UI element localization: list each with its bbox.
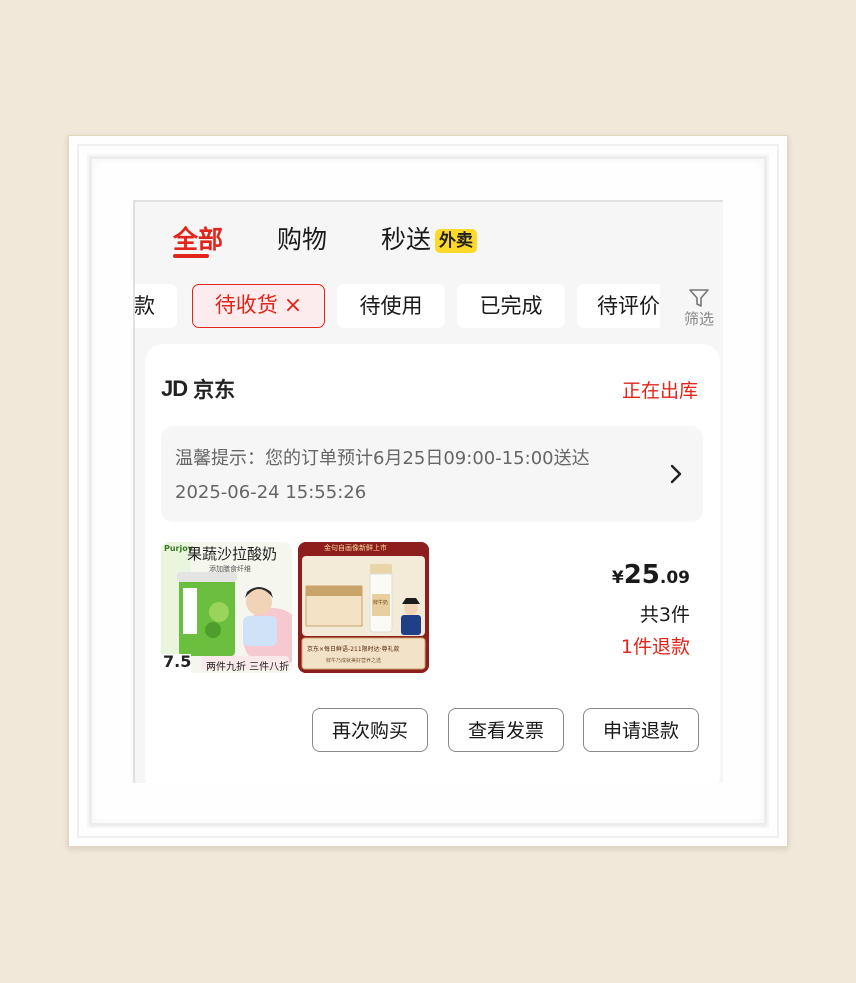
milk-footer-sub: 鲜牛乃成就美好营养之选 xyxy=(326,658,382,664)
chip-label: 待收货 xyxy=(214,293,278,317)
filter-button[interactable]: 筛选 xyxy=(675,284,723,330)
chip-pending-payment[interactable]: 款 xyxy=(135,284,177,328)
orders-screen: 全部 购物 秒送 外卖 款 待收货 × 待使用 已完成 待评价 筛选 JD 京东… xyxy=(133,200,723,783)
chip-to-use[interactable]: 待使用 xyxy=(337,284,445,328)
product-thumbnail-yogurt[interactable]: Purjoy 果蔬沙拉酸奶 添加膳食纤维 7.5 两件九折 三件八折 xyxy=(161,542,292,673)
order-timestamp: 2025-06-24 15:55:26 xyxy=(175,482,367,503)
chip-label: 待评价 xyxy=(597,294,660,318)
yogurt-promo: 两件九折 三件八折 xyxy=(206,662,290,673)
tab-all[interactable]: 全部 xyxy=(173,220,223,256)
order-card[interactable]: JD 京东 正在出库 温馨提示：您的订单预计6月25日09:00-15:00送达… xyxy=(145,344,720,783)
tab-instant-delivery[interactable]: 秒送 外卖 xyxy=(381,220,478,256)
shop-name: 京东 xyxy=(193,378,236,402)
shop-header[interactable]: JD 京东 xyxy=(161,374,235,404)
view-invoice-button[interactable]: 查看发票 xyxy=(448,708,564,752)
milk-banner: 金句自画像新鲜上市 xyxy=(324,544,387,552)
delivery-tip-text: 温馨提示：您的订单预计6月25日09:00-15:00送达 xyxy=(175,448,590,469)
item-count: 共3件 xyxy=(639,604,690,626)
close-icon[interactable]: × xyxy=(284,293,302,318)
milk-label: 鲜牛奶 xyxy=(373,600,389,606)
tab-instant-delivery-label: 秒送 xyxy=(381,225,432,254)
order-type-tabs: 全部 购物 秒送 外卖 xyxy=(135,202,723,270)
takeout-badge: 外卖 xyxy=(435,229,478,253)
funnel-icon xyxy=(689,289,709,307)
chip-label: 已完成 xyxy=(479,294,543,318)
yogurt-title: 果蔬沙拉酸奶 xyxy=(187,545,278,563)
refund-status[interactable]: 1件退款 xyxy=(621,632,690,659)
order-price: ¥25.09 xyxy=(612,560,690,590)
milk-product-image xyxy=(298,542,429,673)
chip-label: 待使用 xyxy=(359,294,423,318)
buy-again-button[interactable]: 再次购买 xyxy=(312,708,428,752)
status-filter-chips: 款 待收货 × 待使用 已完成 待评价 xyxy=(135,282,660,330)
chip-label: 款 xyxy=(135,294,155,318)
tab-active-underline xyxy=(173,254,209,258)
delivery-tip[interactable]: 温馨提示：您的订单预计6月25日09:00-15:00送达 2025-06-24… xyxy=(161,426,703,522)
filter-label: 筛选 xyxy=(683,310,714,328)
yogurt-price-tag: 7.5 xyxy=(163,652,192,671)
chip-pending-receipt[interactable]: 待收货 × xyxy=(192,284,325,328)
price-decimal: .09 xyxy=(659,568,690,588)
chip-to-review[interactable]: 待评价 xyxy=(577,284,660,328)
order-status: 正在出库 xyxy=(621,380,698,402)
chip-completed[interactable]: 已完成 xyxy=(457,284,565,328)
tab-shopping[interactable]: 购物 xyxy=(277,220,327,256)
milk-footer: 京东×每日鲜语-211限时达·尊礼款 xyxy=(307,646,400,653)
price-integer: 25 xyxy=(623,560,660,590)
price-currency: ¥ xyxy=(611,568,624,588)
chevron-right-icon xyxy=(670,464,682,484)
yogurt-subtitle: 添加膳食纤维 xyxy=(209,565,251,573)
product-thumbnail-milk[interactable]: 金句自画像新鲜上市 鲜牛奶 京东×每日鲜语-211限时达·尊礼款 鲜牛乃成就美好… xyxy=(298,542,429,673)
request-refund-button[interactable]: 申请退款 xyxy=(583,708,699,752)
jd-logo: JD xyxy=(161,376,188,401)
